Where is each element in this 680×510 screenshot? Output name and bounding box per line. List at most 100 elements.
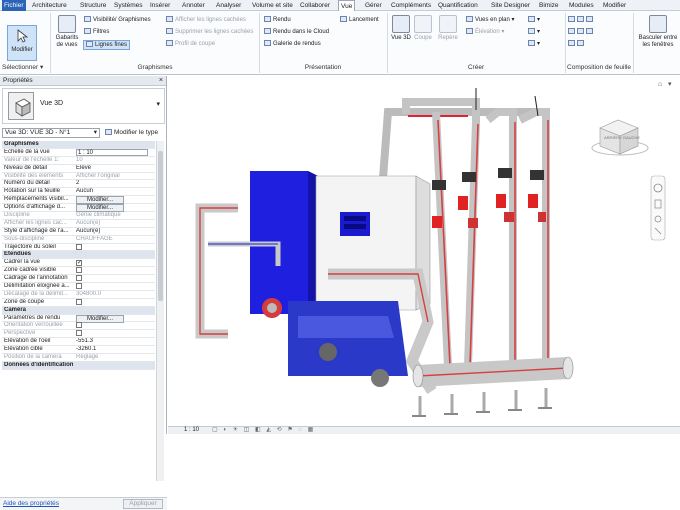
type-selector[interactable]: Vue 3D ▾ [2, 88, 165, 124]
checkbox[interactable] [76, 267, 82, 274]
tab-volume-et-site[interactable]: Volume et site [250, 0, 295, 11]
cut-profile-button[interactable]: Profil de coupe [166, 40, 215, 48]
section-button[interactable]: Coupe [413, 15, 433, 42]
checkbox[interactable] [76, 283, 82, 290]
properties-scrollbar[interactable] [156, 141, 164, 481]
properties-help-link[interactable]: Aide des propriétés [3, 500, 59, 507]
edit-type-label: Modifier le type [114, 129, 159, 136]
property-value[interactable]: CHAUFFAGE [76, 236, 152, 243]
callout-button[interactable]: Repère [437, 15, 459, 42]
property-row: Rotation sur la feuille Aucun [2, 188, 155, 197]
switch-windows-button[interactable]: Basculer entre les fenêtres [636, 15, 680, 49]
close-icon[interactable]: × [159, 76, 163, 86]
tab-file[interactable]: Fichier [2, 0, 26, 11]
view-ref-button[interactable] [568, 40, 586, 48]
property-value[interactable]: Aucun(e) [76, 228, 152, 235]
tab-g-rer[interactable]: Gérer [363, 0, 384, 11]
property-value[interactable]: Afficher l'original [76, 173, 152, 180]
scale-label[interactable]: 1 : 10 [184, 427, 199, 434]
property-value[interactable] [76, 330, 152, 338]
checkbox[interactable] [76, 322, 82, 329]
render-gallery-button[interactable]: Galerie de rendus [264, 40, 321, 48]
property-value[interactable]: Réglage [76, 354, 152, 361]
sheet-button[interactable] [568, 16, 595, 24]
property-value[interactable]: 304800.0 [76, 291, 152, 298]
navigation-bar[interactable] [650, 175, 666, 241]
place-view-button[interactable] [568, 28, 595, 36]
remove-hidden-lines-button[interactable]: Supprimer les lignes cachées [166, 28, 253, 36]
property-value[interactable]: ✓ [76, 259, 152, 267]
thin-lines-button[interactable]: Lignes fines [83, 40, 131, 50]
launch-button[interactable]: Lancement [340, 16, 379, 24]
modify-button[interactable]: Modifier [7, 25, 37, 61]
filters-button[interactable]: Filtres [84, 28, 109, 36]
tab-structure[interactable]: Structure [78, 0, 108, 11]
collector-header[interactable] [412, 356, 574, 417]
property-value[interactable]: Génie climatique [76, 212, 152, 219]
schedule-button[interactable]: ▾ [528, 40, 540, 48]
property-section[interactable]: Graphismes [2, 141, 155, 149]
property-value[interactable] [76, 283, 152, 291]
tab-site-designer[interactable]: Site Designer [489, 0, 532, 11]
select-group-label[interactable]: Sélectionner ▾ [2, 63, 44, 73]
render-cloud-button[interactable]: Rendu dans le Cloud [264, 28, 329, 36]
property-value[interactable]: 1 : 10 [76, 148, 152, 157]
tab-collaborer[interactable]: Collaborer [298, 0, 332, 11]
tab-compl-ments[interactable]: Compléments [389, 0, 433, 11]
property-value[interactable]: 2 [76, 180, 152, 187]
tab-analyser[interactable]: Analyser [214, 0, 243, 11]
property-value[interactable]: Aucun(e) [76, 220, 152, 227]
property-value[interactable]: Elevé [76, 165, 152, 172]
tab-modules[interactable]: Modules [567, 0, 596, 11]
property-value[interactable]: Aucun [76, 188, 152, 195]
legend-button[interactable]: ▾ [528, 28, 540, 36]
checkbox[interactable] [76, 275, 82, 282]
3d-viewport[interactable]: ARRIÈRE GAUCHE ⌂ ▾ [168, 76, 680, 426]
scrollbar-thumb[interactable] [158, 151, 163, 301]
tab-ins-rer[interactable]: Insérer [148, 0, 172, 11]
property-value[interactable] [76, 322, 152, 330]
show-hidden-lines-button[interactable]: Afficher les lignes cachées [166, 16, 246, 24]
property-value[interactable]: -551.3 [76, 338, 152, 345]
property-value[interactable] [76, 275, 152, 283]
property-value[interactable] [76, 267, 152, 275]
tab-vue[interactable]: Vue [338, 0, 356, 11]
property-value[interactable]: -3260.1 [76, 346, 152, 353]
duplicate-view-button[interactable]: ▾ [528, 16, 540, 24]
property-value[interactable] [76, 243, 152, 252]
render-button[interactable]: Rendu [264, 16, 291, 24]
checkbox[interactable] [76, 298, 82, 305]
modify-button[interactable]: Modifier... [76, 314, 125, 323]
property-section[interactable]: Données d'identification [2, 361, 155, 370]
checkbox[interactable] [76, 243, 82, 250]
view-3d-button[interactable]: Vue 3D [391, 15, 411, 42]
checkbox[interactable]: ✓ [76, 260, 82, 267]
visibility-graphics-button[interactable]: Visibilité/ Graphismes [84, 16, 151, 24]
property-value[interactable]: Modifier... [76, 196, 152, 205]
tab-annoter[interactable]: Annoter [180, 0, 207, 11]
tab-modifier[interactable]: Modifier [601, 0, 628, 11]
property-value[interactable]: Modifier... [76, 204, 152, 213]
apply-button[interactable]: Appliquer [123, 499, 163, 509]
edit-type-button[interactable]: Modifier le type [105, 128, 158, 138]
property-value[interactable]: 10 [76, 157, 152, 164]
tab-bimize[interactable]: Bimize [537, 0, 561, 11]
value-input[interactable]: 1 : 10 [76, 148, 148, 156]
tab-quantification[interactable]: Quantification [436, 0, 480, 11]
view-templates-button[interactable]: Gabarits de vues [54, 15, 80, 49]
view-controls-icons[interactable]: ▢ ◐ ☀ ◫ ◧ ◭ ⟲ ⚑ ◌ ▦ [212, 427, 315, 434]
distribution-valves[interactable] [432, 168, 546, 228]
tab-syst-mes[interactable]: Systèmes [112, 0, 145, 11]
tab-architecture[interactable]: Architecture [30, 0, 69, 11]
checkbox[interactable] [76, 330, 82, 337]
property-value[interactable]: Modifier... [76, 314, 152, 323]
property-value[interactable] [76, 298, 152, 307]
instance-selector[interactable]: Vue 3D: VUE 3D - N°1 ▾ [2, 128, 100, 138]
elevation-button[interactable]: Élévation ▾ [466, 28, 504, 36]
modify-button[interactable]: Modifier... [76, 204, 125, 213]
view-cube[interactable]: ARRIÈRE GAUCHE [591, 119, 649, 156]
property-section[interactable]: Etendues [2, 251, 155, 260]
property-section[interactable]: Caméra [2, 306, 155, 315]
plan-views-button[interactable]: Vues en plan ▾ [466, 16, 515, 24]
modify-button[interactable]: Modifier... [76, 196, 125, 205]
